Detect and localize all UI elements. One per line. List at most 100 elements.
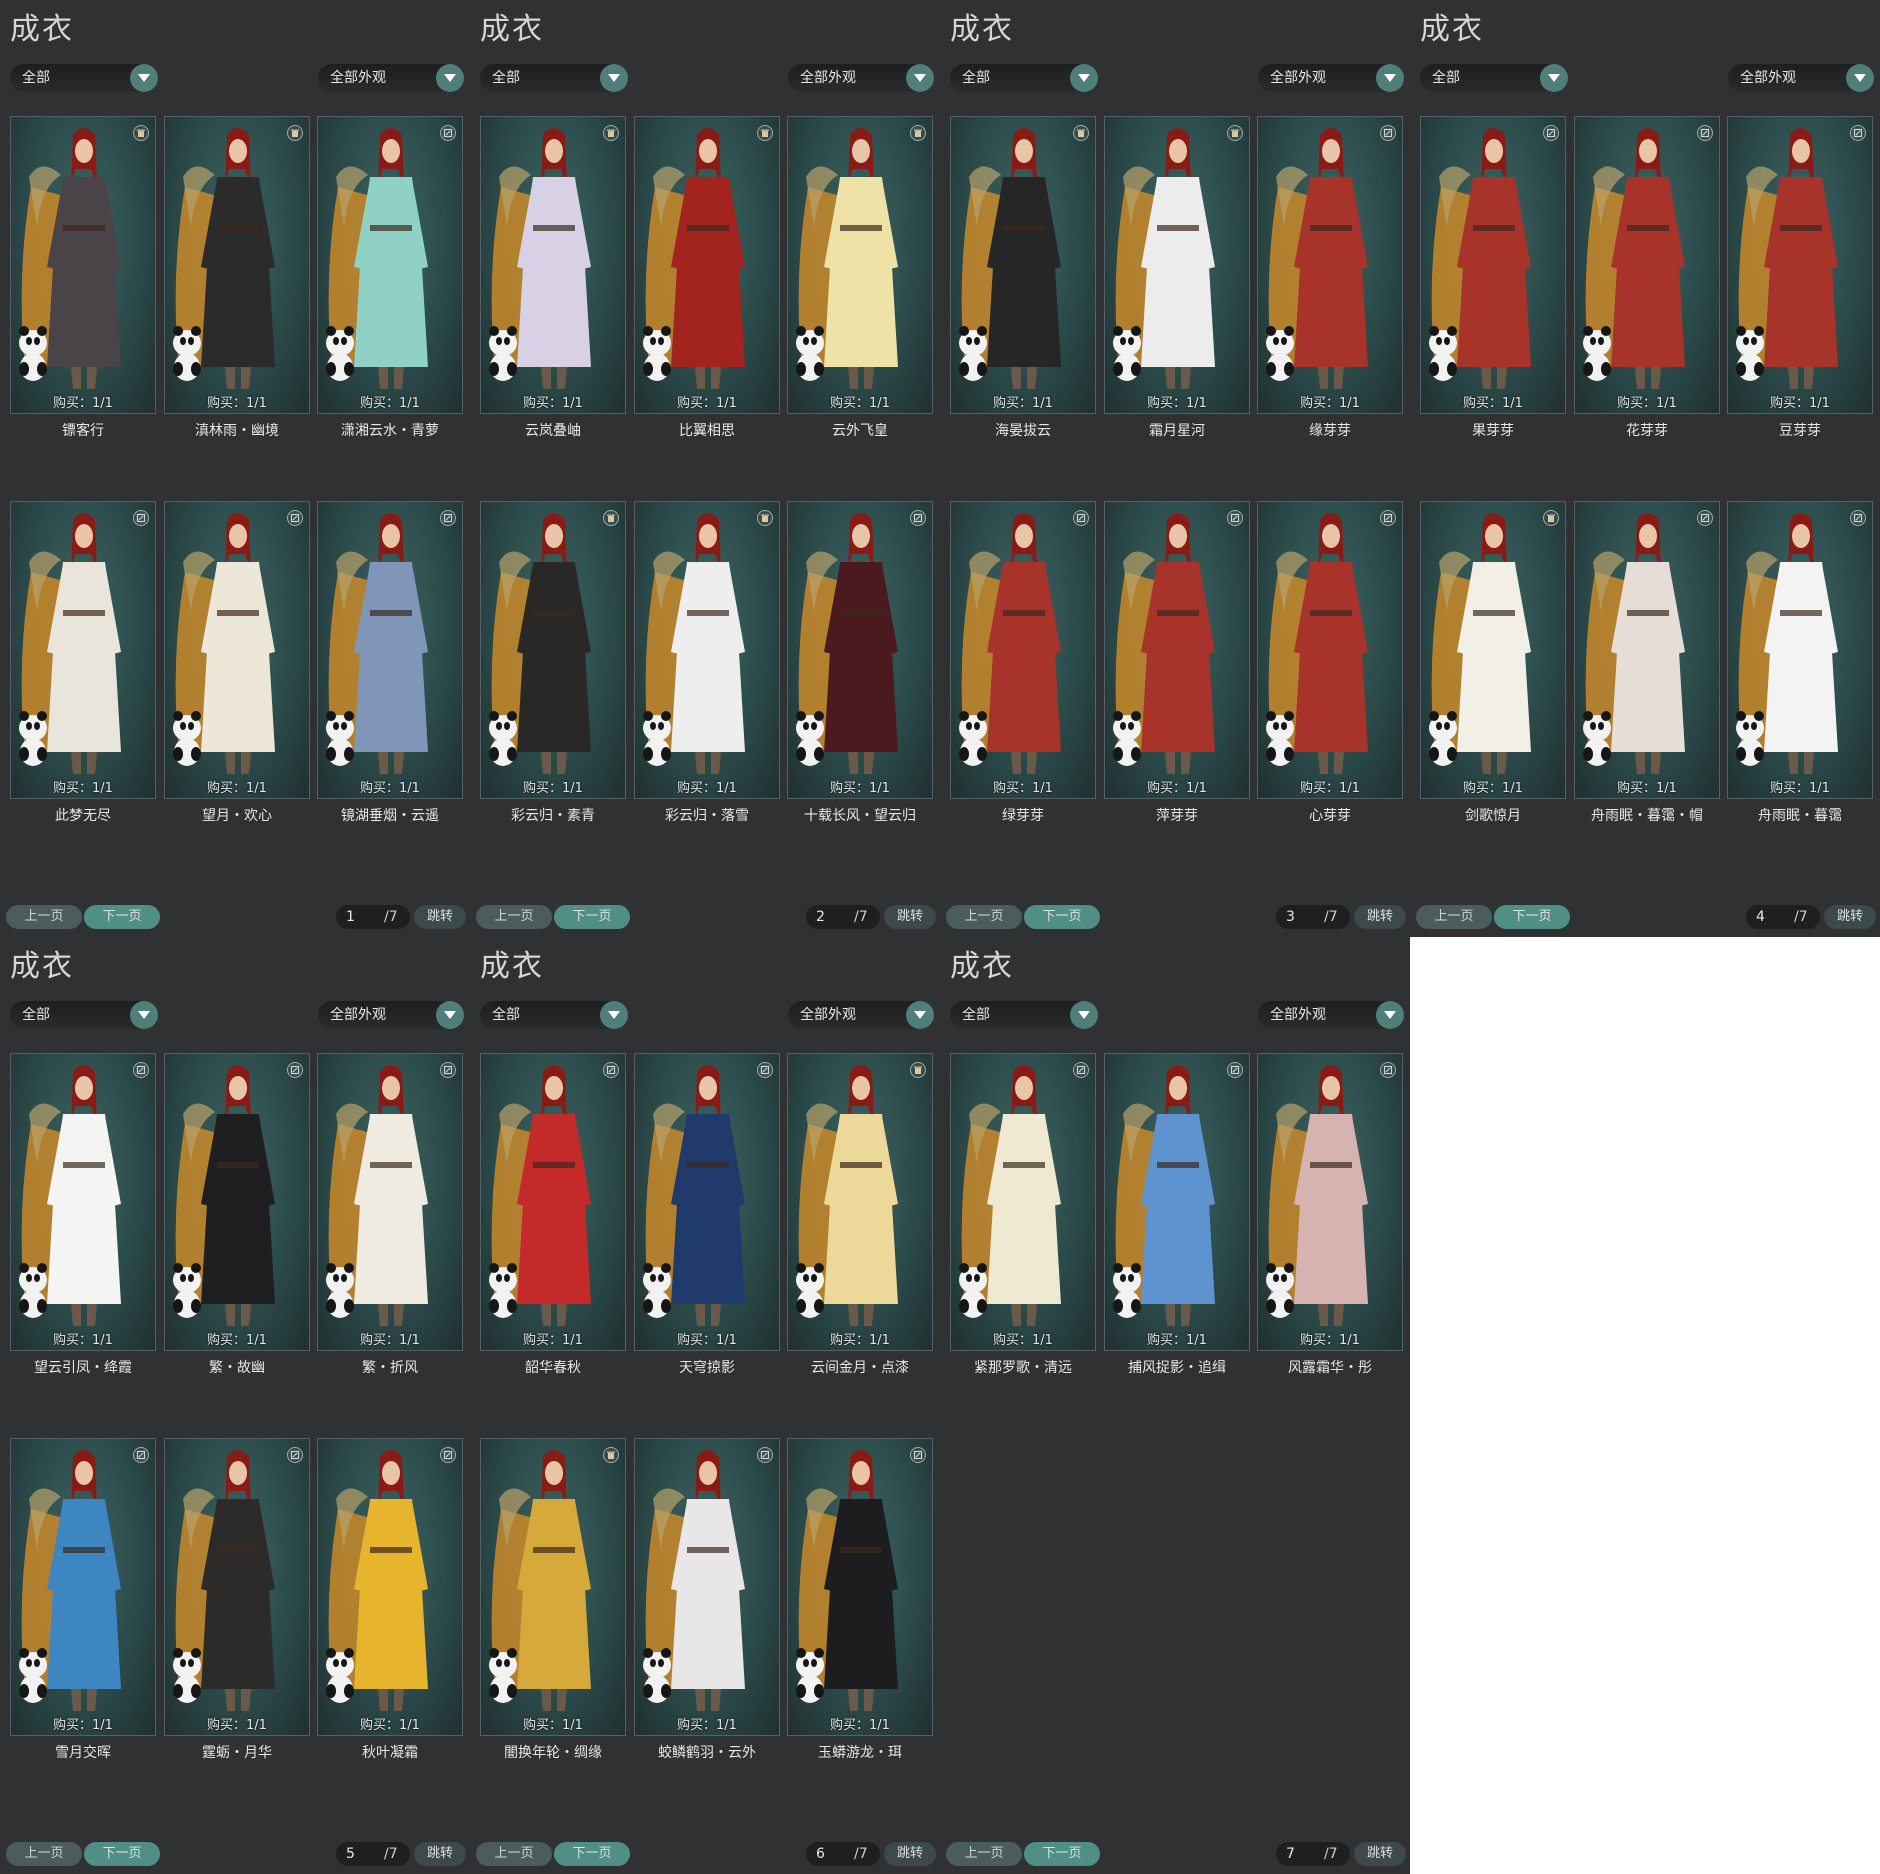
link-icon[interactable] [1850,125,1866,141]
outfit-card[interactable]: 购买：1/1 [10,1438,156,1736]
page-number-input[interactable]: 1/7 [336,905,410,929]
jump-button[interactable]: 跳转 [1824,905,1876,929]
link-icon[interactable] [910,1447,926,1463]
jump-button[interactable]: 跳转 [414,1842,466,1866]
trash-icon[interactable] [1543,510,1559,526]
trash-icon[interactable] [910,125,926,141]
page-number-input[interactable]: 3/7 [1276,905,1350,929]
chevron-down-icon[interactable] [600,1001,628,1029]
link-icon[interactable] [440,125,456,141]
trash-icon[interactable] [757,510,773,526]
link-icon[interactable] [440,1447,456,1463]
outfit-card[interactable]: 购买：1/1 [1104,501,1250,799]
next-page-button[interactable]: 下一页 [1024,905,1100,929]
outfit-card[interactable]: 购买：1/1 [10,501,156,799]
outfit-card[interactable]: 购买：1/1 [317,1053,463,1351]
link-icon[interactable] [133,510,149,526]
outfit-card[interactable]: 购买：1/1 [480,501,626,799]
trash-icon[interactable] [287,125,303,141]
outfit-card[interactable]: 购买：1/1 [1574,501,1720,799]
category-filter-dropdown[interactable]: 全部 [950,1001,1098,1029]
trash-icon[interactable] [1073,125,1089,141]
chevron-down-icon[interactable] [1540,64,1568,92]
category-filter-dropdown[interactable]: 全部 [10,64,158,92]
outfit-card[interactable]: 购买：1/1 [10,116,156,414]
prev-page-button[interactable]: 上一页 [946,905,1022,929]
outfit-card[interactable]: 购买：1/1 [1727,116,1873,414]
category-filter-dropdown[interactable]: 全部 [1420,64,1568,92]
page-number-input[interactable]: 2/7 [806,905,880,929]
next-page-button[interactable]: 下一页 [554,905,630,929]
outfit-card[interactable]: 购买：1/1 [634,1053,780,1351]
appearance-filter-dropdown[interactable]: 全部外观 [1258,1001,1404,1029]
chevron-down-icon[interactable] [906,64,934,92]
chevron-down-icon[interactable] [1846,64,1874,92]
next-page-button[interactable]: 下一页 [1494,905,1570,929]
outfit-card[interactable]: 购买：1/1 [787,116,933,414]
chevron-down-icon[interactable] [906,1001,934,1029]
link-icon[interactable] [1073,510,1089,526]
link-icon[interactable] [287,1447,303,1463]
next-page-button[interactable]: 下一页 [1024,1842,1100,1866]
link-icon[interactable] [1380,125,1396,141]
category-filter-dropdown[interactable]: 全部 [10,1001,158,1029]
category-filter-dropdown[interactable]: 全部 [480,64,628,92]
link-icon[interactable] [133,1062,149,1078]
prev-page-button[interactable]: 上一页 [476,1842,552,1866]
outfit-card[interactable]: 购买：1/1 [634,116,780,414]
prev-page-button[interactable]: 上一页 [476,905,552,929]
appearance-filter-dropdown[interactable]: 全部外观 [318,64,464,92]
chevron-down-icon[interactable] [130,64,158,92]
appearance-filter-dropdown[interactable]: 全部外观 [318,1001,464,1029]
page-number-input[interactable]: 7/7 [1276,1842,1350,1866]
link-icon[interactable] [1850,510,1866,526]
outfit-card[interactable]: 购买：1/1 [317,501,463,799]
prev-page-button[interactable]: 上一页 [946,1842,1022,1866]
jump-button[interactable]: 跳转 [884,1842,936,1866]
chevron-down-icon[interactable] [1376,64,1404,92]
outfit-card[interactable]: 购买：1/1 [1257,501,1403,799]
prev-page-button[interactable]: 上一页 [6,1842,82,1866]
trash-icon[interactable] [133,125,149,141]
outfit-card[interactable]: 购买：1/1 [1420,116,1566,414]
outfit-card[interactable]: 购买：1/1 [164,116,310,414]
page-number-input[interactable]: 6/7 [806,1842,880,1866]
link-icon[interactable] [757,1447,773,1463]
link-icon[interactable] [287,510,303,526]
trash-icon[interactable] [1227,125,1243,141]
trash-icon[interactable] [603,1447,619,1463]
appearance-filter-dropdown[interactable]: 全部外观 [788,64,934,92]
link-icon[interactable] [287,1062,303,1078]
chevron-down-icon[interactable] [1070,1001,1098,1029]
trash-icon[interactable] [603,510,619,526]
outfit-card[interactable]: 购买：1/1 [787,1053,933,1351]
page-number-input[interactable]: 4/7 [1746,905,1820,929]
appearance-filter-dropdown[interactable]: 全部外观 [1258,64,1404,92]
outfit-card[interactable]: 购买：1/1 [480,1438,626,1736]
outfit-card[interactable]: 购买：1/1 [950,116,1096,414]
appearance-filter-dropdown[interactable]: 全部外观 [1728,64,1874,92]
link-icon[interactable] [910,510,926,526]
outfit-card[interactable]: 购买：1/1 [317,116,463,414]
jump-button[interactable]: 跳转 [884,905,936,929]
category-filter-dropdown[interactable]: 全部 [480,1001,628,1029]
outfit-card[interactable]: 购买：1/1 [1420,501,1566,799]
outfit-card[interactable]: 购买：1/1 [950,1053,1096,1351]
outfit-card[interactable]: 购买：1/1 [950,501,1096,799]
link-icon[interactable] [440,510,456,526]
outfit-card[interactable]: 购买：1/1 [1104,116,1250,414]
next-page-button[interactable]: 下一页 [554,1842,630,1866]
outfit-card[interactable]: 购买：1/1 [164,1438,310,1736]
link-icon[interactable] [1227,1062,1243,1078]
jump-button[interactable]: 跳转 [1354,905,1406,929]
chevron-down-icon[interactable] [436,64,464,92]
trash-icon[interactable] [910,1062,926,1078]
outfit-card[interactable]: 购买：1/1 [1727,501,1873,799]
outfit-card[interactable]: 购买：1/1 [1104,1053,1250,1351]
link-icon[interactable] [133,1447,149,1463]
trash-icon[interactable] [757,125,773,141]
link-icon[interactable] [757,1062,773,1078]
chevron-down-icon[interactable] [1376,1001,1404,1029]
link-icon[interactable] [1380,1062,1396,1078]
outfit-card[interactable]: 购买：1/1 [634,501,780,799]
